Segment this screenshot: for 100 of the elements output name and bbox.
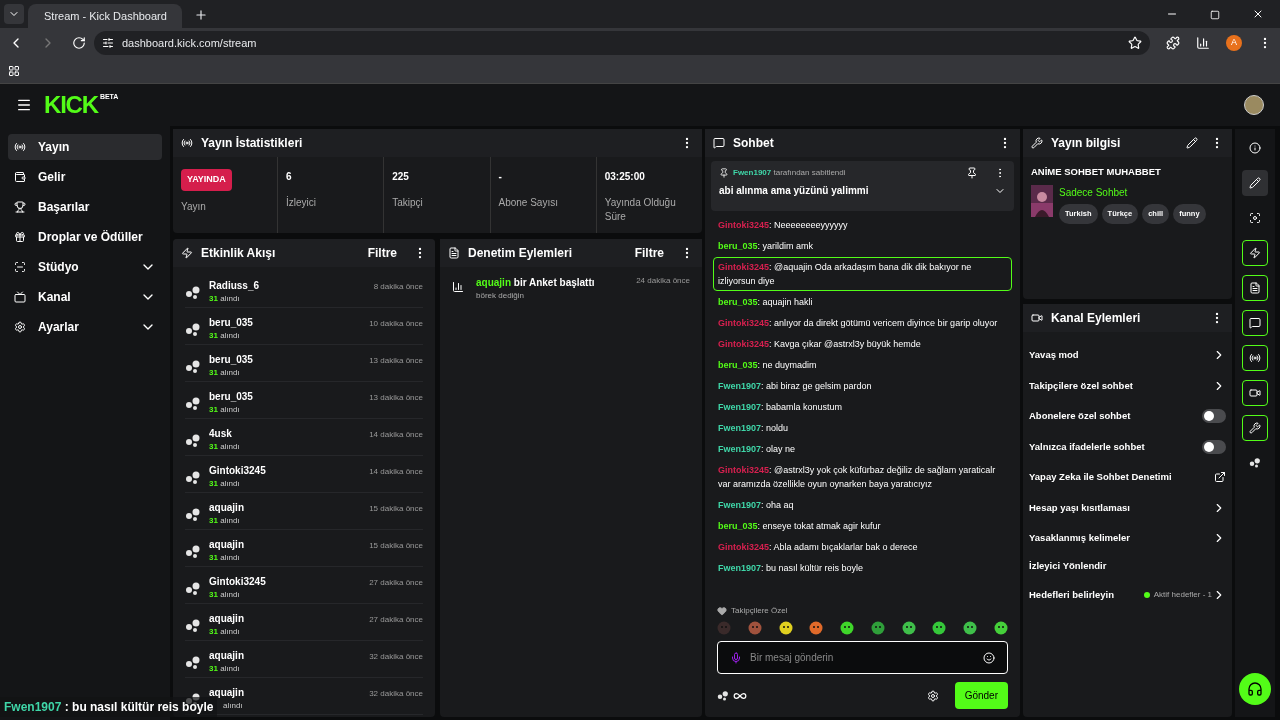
- tab-title: Stream - Kick Dashboard: [44, 8, 167, 24]
- event-detail: 31 alındı: [209, 663, 241, 675]
- stat-label: Takipçi: [392, 196, 424, 210]
- sidebar-item[interactable]: Gelir: [8, 164, 162, 190]
- event-detail: 31 alındı: [209, 441, 241, 453]
- chat-message: Fwen1907: oha aq: [717, 499, 795, 512]
- event-time: 10 dakika önce: [369, 318, 423, 330]
- moderation-detail: börek dediğin: [476, 290, 526, 302]
- panel-title: Yayın İstatistikleri: [201, 135, 303, 152]
- event-user[interactable]: Gintoki3245: [209, 575, 362, 588]
- stat-label: Yayın: [181, 199, 207, 214]
- category-link[interactable]: Sadece Sohbet: [1059, 185, 1206, 201]
- event-user[interactable]: Gintoki3245: [209, 464, 362, 477]
- pinned-text: abi alınma ama yüzünü yalimmi: [719, 184, 870, 198]
- event-detail: 31 alındı: [209, 293, 241, 305]
- event-time: 14 dakika önce: [369, 466, 423, 478]
- stat-value: 03:25:00: [604, 170, 646, 184]
- action-label[interactable]: Abonelere özel sohbet: [1029, 409, 1202, 424]
- chat-message: beru_035: ne duymadim: [717, 359, 818, 372]
- event-user[interactable]: Radiuss_6: [209, 279, 366, 292]
- live-badge: YAYINDA: [181, 169, 232, 191]
- action-label[interactable]: Takipçilere özel sohbet: [1029, 378, 1212, 393]
- event-user[interactable]: 4usk: [209, 427, 362, 440]
- event-user[interactable]: beru_035: [209, 316, 362, 329]
- address-bar[interactable]: dashboard.kick.com/stream: [94, 31, 1150, 55]
- event-time: 32 dakika önce: [369, 688, 423, 700]
- filter-button[interactable]: Filtre: [634, 244, 664, 262]
- event-detail: 31 alındı: [209, 515, 241, 527]
- chat-message: Gintoki3245: Neeeeeeeeyyyyyy: [717, 219, 849, 232]
- event-detail: 31 alındı: [209, 330, 241, 342]
- stat-label: Yayında Olduğu Süre: [604, 196, 677, 224]
- event-time: 14 dakika önce: [369, 429, 423, 441]
- message-input[interactable]: Bir mesaj gönderin: [750, 650, 975, 665]
- event-time: 13 dakika önce: [369, 392, 423, 404]
- chat-message: beru_035: yarildim amk: [717, 240, 815, 253]
- stat-label: Abone Sayısı: [498, 196, 559, 210]
- event-user[interactable]: aquajin: [209, 612, 362, 625]
- filter-button[interactable]: Filtre: [367, 244, 397, 262]
- chat-message: Gintoki3245: @astrxl3y yok çok küfürbaz değiliz de sağlam yaraticalr var aramızda özellikle oyun oynarken baya yaratıcıyız: [717, 464, 997, 491]
- panel-title: Sohbet: [733, 135, 774, 152]
- moderation-time: 24 dakika önce: [636, 275, 690, 287]
- chat-message: Fwen1907: noldu: [717, 422, 790, 435]
- event-time: 13 dakika önce: [369, 355, 423, 367]
- action-label[interactable]: İzleyici Yönlendir: [1029, 559, 1226, 574]
- sidebar-item[interactable]: Kanal: [8, 284, 162, 310]
- action-label[interactable]: Yapay Zeka ile Sohbet Denetimi: [1029, 470, 1214, 485]
- action-label[interactable]: Hesap yaşı kısıtlaması: [1029, 500, 1212, 515]
- panel-title: Yayın bilgisi: [1051, 135, 1121, 152]
- chat-message: Gintoki3245: @aquajin Oda arkadaşım bana dik dik bakıyor ne izliyorsun diye: [713, 257, 1012, 291]
- sidebar-item[interactable]: Yayın: [8, 134, 162, 160]
- sidebar-item[interactable]: Başarılar: [8, 194, 162, 220]
- stat-label: İzleyici: [286, 196, 317, 210]
- chat-message: Fwen1907: babamla konustum: [717, 401, 844, 414]
- send-button[interactable]: Gönder: [954, 682, 1008, 709]
- message-box[interactable]: Bir mesaj gönderin: [717, 641, 1008, 674]
- chat-message: beru_035: enseye tokat atmak agir kufur: [717, 520, 882, 533]
- event-time: 27 dakika önce: [369, 577, 423, 589]
- pinned-by: Fwen1907 tarafından sabitlendi: [733, 167, 846, 179]
- chat-message: Fwen1907: bu nasıl kültür reis boyle: [717, 562, 865, 575]
- moderation-action: aquajin bir Anket başlattı: [476, 276, 596, 290]
- event-time: 32 dakika önce: [369, 651, 423, 663]
- event-time: 15 dakika önce: [369, 540, 423, 552]
- kick-logo[interactable]: KICK: [44, 93, 98, 117]
- url-text: dashboard.kick.com/stream: [122, 35, 257, 51]
- chat-message: Gintoki3245: anlıyor da direkt götümü vericem diyince bir garip oluyor: [717, 317, 999, 330]
- sidebar-item[interactable]: Stüdyo: [8, 254, 162, 280]
- chat-message: Gintoki3245: Kavga çıkar @astrxl3y büyük hemde: [717, 338, 922, 351]
- chat-message: Fwen1907: abi biraz ge gelsim pardon: [717, 380, 873, 393]
- event-user[interactable]: aquajin: [209, 649, 362, 662]
- event-user[interactable]: beru_035: [209, 390, 362, 403]
- panel-title: Etkinlik Akışı: [201, 245, 276, 262]
- event-time: 27 dakika önce: [369, 614, 423, 626]
- action-label[interactable]: Yasaklanmış kelimeler: [1029, 531, 1212, 546]
- event-time: 8 dakika önce: [373, 281, 423, 293]
- event-detail: 31 alındı: [209, 367, 241, 379]
- event-user[interactable]: aquajin: [209, 501, 362, 514]
- panel-title: Kanal Eylemleri: [1051, 310, 1141, 327]
- action-label[interactable]: Yalnızca ifadelerle sohbet: [1029, 439, 1202, 454]
- emote-section-label: Takipçilere Özel: [731, 605, 788, 617]
- chat-message: beru_035: aquajin hakli: [717, 296, 814, 309]
- event-detail: 31 alındı: [209, 404, 241, 416]
- event-detail: 31 alındı: [209, 478, 241, 490]
- stat-value: -: [498, 170, 503, 184]
- action-label[interactable]: Yavaş mod: [1029, 348, 1212, 363]
- event-time: 15 dakika önce: [369, 503, 423, 515]
- sidebar-item[interactable]: Ayarlar: [8, 314, 162, 340]
- browser-tab[interactable]: Stream - Kick Dashboard: [28, 4, 182, 28]
- chat-message: Fwen1907: olay ne: [717, 443, 797, 456]
- action-label[interactable]: Hedefleri belirleyin: [1029, 587, 1144, 602]
- goal-status: Aktif hedefler - 1: [1153, 588, 1212, 601]
- event-user[interactable]: aquajin: [209, 686, 362, 699]
- sidebar-item[interactable]: Droplar ve Ödüller: [8, 224, 162, 250]
- event-detail: 31 alındı: [209, 626, 241, 638]
- event-detail: 31 alındı: [209, 552, 241, 564]
- event-detail: alındı: [223, 700, 244, 712]
- panel-title: Denetim Eylemleri: [468, 245, 573, 262]
- event-user[interactable]: beru_035: [209, 353, 362, 366]
- event-user[interactable]: aquajin: [209, 538, 362, 551]
- stream-title: ANİME SOHBET MUHABBET: [1031, 165, 1162, 179]
- stat-value: 6: [286, 170, 293, 184]
